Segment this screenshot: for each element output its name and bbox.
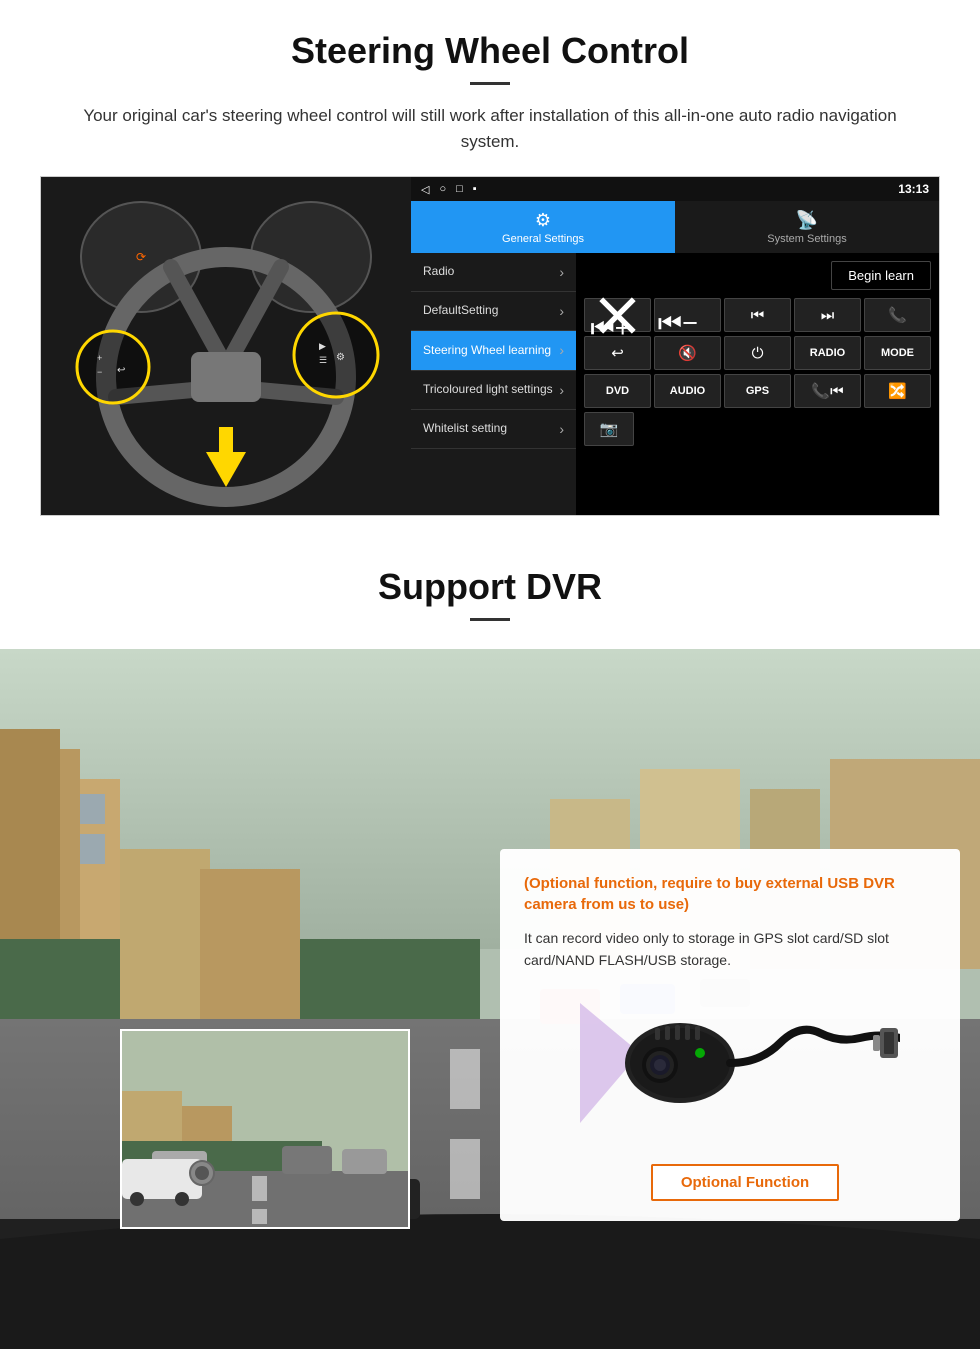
control-buttons-row1: ⏮+ ⏮− ⏮ ⏭ 📞 xyxy=(584,298,931,332)
menu-item-defaultsetting-label: DefaultSetting xyxy=(423,303,498,319)
tab-system-label: System Settings xyxy=(767,233,846,245)
shuffle-next-icon: 🔀 xyxy=(888,382,907,400)
svg-text:−: − xyxy=(97,367,102,377)
power-icon: ⏻ xyxy=(752,345,764,362)
steering-title: Steering Wheel Control xyxy=(40,30,940,72)
svg-text:☰: ☰ xyxy=(319,355,327,365)
dvr-background-photo: (Optional function, require to buy exter… xyxy=(0,649,980,1349)
gps-btn[interactable]: GPS xyxy=(724,374,791,408)
optional-function-btn-container: Optional Function xyxy=(524,1164,936,1201)
dvr-title: Support DVR xyxy=(40,566,940,608)
begin-learn-button[interactable]: Begin learn xyxy=(831,261,931,290)
svg-text:▶: ▶ xyxy=(319,341,326,351)
steering-content-panel: Begin learn ⏮+ ⏮− ⏮ xyxy=(576,253,939,515)
call-prev-btn[interactable]: 📞⏮ xyxy=(794,374,861,408)
dvr-title-area: Support DVR xyxy=(0,536,980,649)
svg-text:⚙: ⚙ xyxy=(336,352,345,363)
dvr-camera-illustration xyxy=(524,988,936,1148)
statusbar-time: 13:13 xyxy=(898,182,929,196)
steering-wheel-bg: ⟳ + − ↩ ▶ xyxy=(41,177,411,516)
svg-text:⏮−: ⏮− xyxy=(658,306,698,337)
menu-item-steering-wheel-learning[interactable]: Steering Wheel learning › xyxy=(411,331,576,370)
prev-icon: ⏮ xyxy=(751,307,765,324)
audio-label: AUDIO xyxy=(670,385,705,397)
svg-text:↩: ↩ xyxy=(117,365,125,376)
menu-arrow-steering: › xyxy=(559,341,564,359)
menu-arrow-defaultsetting: › xyxy=(559,302,564,320)
title-divider xyxy=(470,82,510,85)
gps-label: GPS xyxy=(746,385,769,397)
dvd-label: DVD xyxy=(606,385,629,397)
audio-btn[interactable]: AUDIO xyxy=(654,374,721,408)
dvr-camera-svg xyxy=(560,993,900,1143)
mode-label: MODE xyxy=(881,347,914,359)
android-statusbar: ◁ ○ □ ▪ 13:13 xyxy=(411,177,939,201)
tab-general-settings[interactable]: ⚙ General Settings xyxy=(411,201,675,253)
optional-function-button[interactable]: Optional Function xyxy=(651,1164,839,1201)
radio-btn[interactable]: RADIO xyxy=(794,336,861,370)
dvr-section: Support DVR xyxy=(0,536,980,1349)
menu-item-steering-label: Steering Wheel learning xyxy=(423,343,551,359)
menu-icon: ▪ xyxy=(473,183,477,196)
vol-down-btn[interactable]: ⏮− xyxy=(654,298,721,332)
mute-btn[interactable]: 🔇 xyxy=(654,336,721,370)
menu-arrow-whitelist: › xyxy=(559,420,564,438)
control-buttons-row4: 📷 xyxy=(584,412,931,446)
menu-item-whitelist-label: Whitelist setting xyxy=(423,421,507,437)
menu-arrow-tricoloured: › xyxy=(559,381,564,399)
camera-btn[interactable]: 📷 xyxy=(584,412,634,446)
menu-item-tricoloured-label: Tricoloured light settings xyxy=(423,382,553,398)
svg-text:+: + xyxy=(97,353,102,363)
android-ui-panel: ◁ ○ □ ▪ 13:13 ⚙ General Settings 📡 Syste… xyxy=(411,177,939,515)
call-prev-icon: 📞⏮ xyxy=(811,382,843,400)
tab-system-settings[interactable]: 📡 System Settings xyxy=(675,201,939,253)
android-body: Radio › DefaultSetting › Steering Wheel … xyxy=(411,253,939,515)
tab-general-label: General Settings xyxy=(502,233,584,245)
control-buttons-row3: DVD AUDIO GPS 📞⏮ 🔀 xyxy=(584,374,931,408)
prev-btn[interactable]: ⏮ xyxy=(724,298,791,332)
shuffle-next-btn[interactable]: 🔀 xyxy=(864,374,931,408)
recents-icon: □ xyxy=(456,183,463,196)
steering-wheel-svg: ⟳ + − ↩ ▶ xyxy=(41,177,411,516)
dvr-description: It can record video only to storage in G… xyxy=(524,927,936,972)
settings-menu: Radio › DefaultSetting › Steering Wheel … xyxy=(411,253,576,515)
next-icon: ⏭ xyxy=(821,307,835,324)
system-settings-icon: 📡 xyxy=(796,210,818,231)
menu-item-whitelist[interactable]: Whitelist setting › xyxy=(411,410,576,449)
back-call-icon: ↩ xyxy=(611,344,624,362)
back-btn[interactable]: ↩ xyxy=(584,336,651,370)
camera-icon: 📷 xyxy=(600,420,619,438)
steering-ui-wrapper: ⟳ + − ↩ ▶ xyxy=(40,176,940,516)
control-buttons-row2: ↩ 🔇 ⏻ RADIO MODE xyxy=(584,336,931,370)
dvd-btn[interactable]: DVD xyxy=(584,374,651,408)
vol-up-btn[interactable]: ⏮+ xyxy=(584,298,651,332)
call-btn[interactable]: 📞 xyxy=(864,298,931,332)
menu-arrow-radio: › xyxy=(559,263,564,281)
mode-btn[interactable]: MODE xyxy=(864,336,931,370)
dvr-info-card: (Optional function, require to buy exter… xyxy=(500,849,960,1221)
next-btn[interactable]: ⏭ xyxy=(794,298,861,332)
home-icon: ○ xyxy=(439,183,446,196)
dvr-inset-screenshot xyxy=(120,1029,410,1229)
general-settings-icon: ⚙ xyxy=(535,210,551,231)
mute-icon: 🔇 xyxy=(678,344,697,362)
statusbar-nav-icons: ◁ ○ □ ▪ xyxy=(421,183,477,196)
svg-text:⟳: ⟳ xyxy=(136,250,146,264)
dvr-title-divider xyxy=(470,618,510,621)
menu-item-radio-label: Radio xyxy=(423,264,454,280)
steering-description: Your original car's steering wheel contr… xyxy=(80,103,900,154)
radio-label: RADIO xyxy=(810,347,845,359)
dvr-optional-text: (Optional function, require to buy exter… xyxy=(524,873,936,915)
call-icon: 📞 xyxy=(888,306,907,324)
power-btn[interactable]: ⏻ xyxy=(724,336,791,370)
steering-photo: ⟳ + − ↩ ▶ xyxy=(41,177,411,516)
android-tabs: ⚙ General Settings 📡 System Settings xyxy=(411,201,939,253)
menu-item-tricoloured[interactable]: Tricoloured light settings › xyxy=(411,371,576,410)
dvr-inset-svg xyxy=(122,1031,410,1229)
menu-item-defaultsetting[interactable]: DefaultSetting › xyxy=(411,292,576,331)
back-icon: ◁ xyxy=(421,183,429,196)
steering-section: Steering Wheel Control Your original car… xyxy=(0,0,980,536)
menu-item-radio[interactable]: Radio › xyxy=(411,253,576,292)
